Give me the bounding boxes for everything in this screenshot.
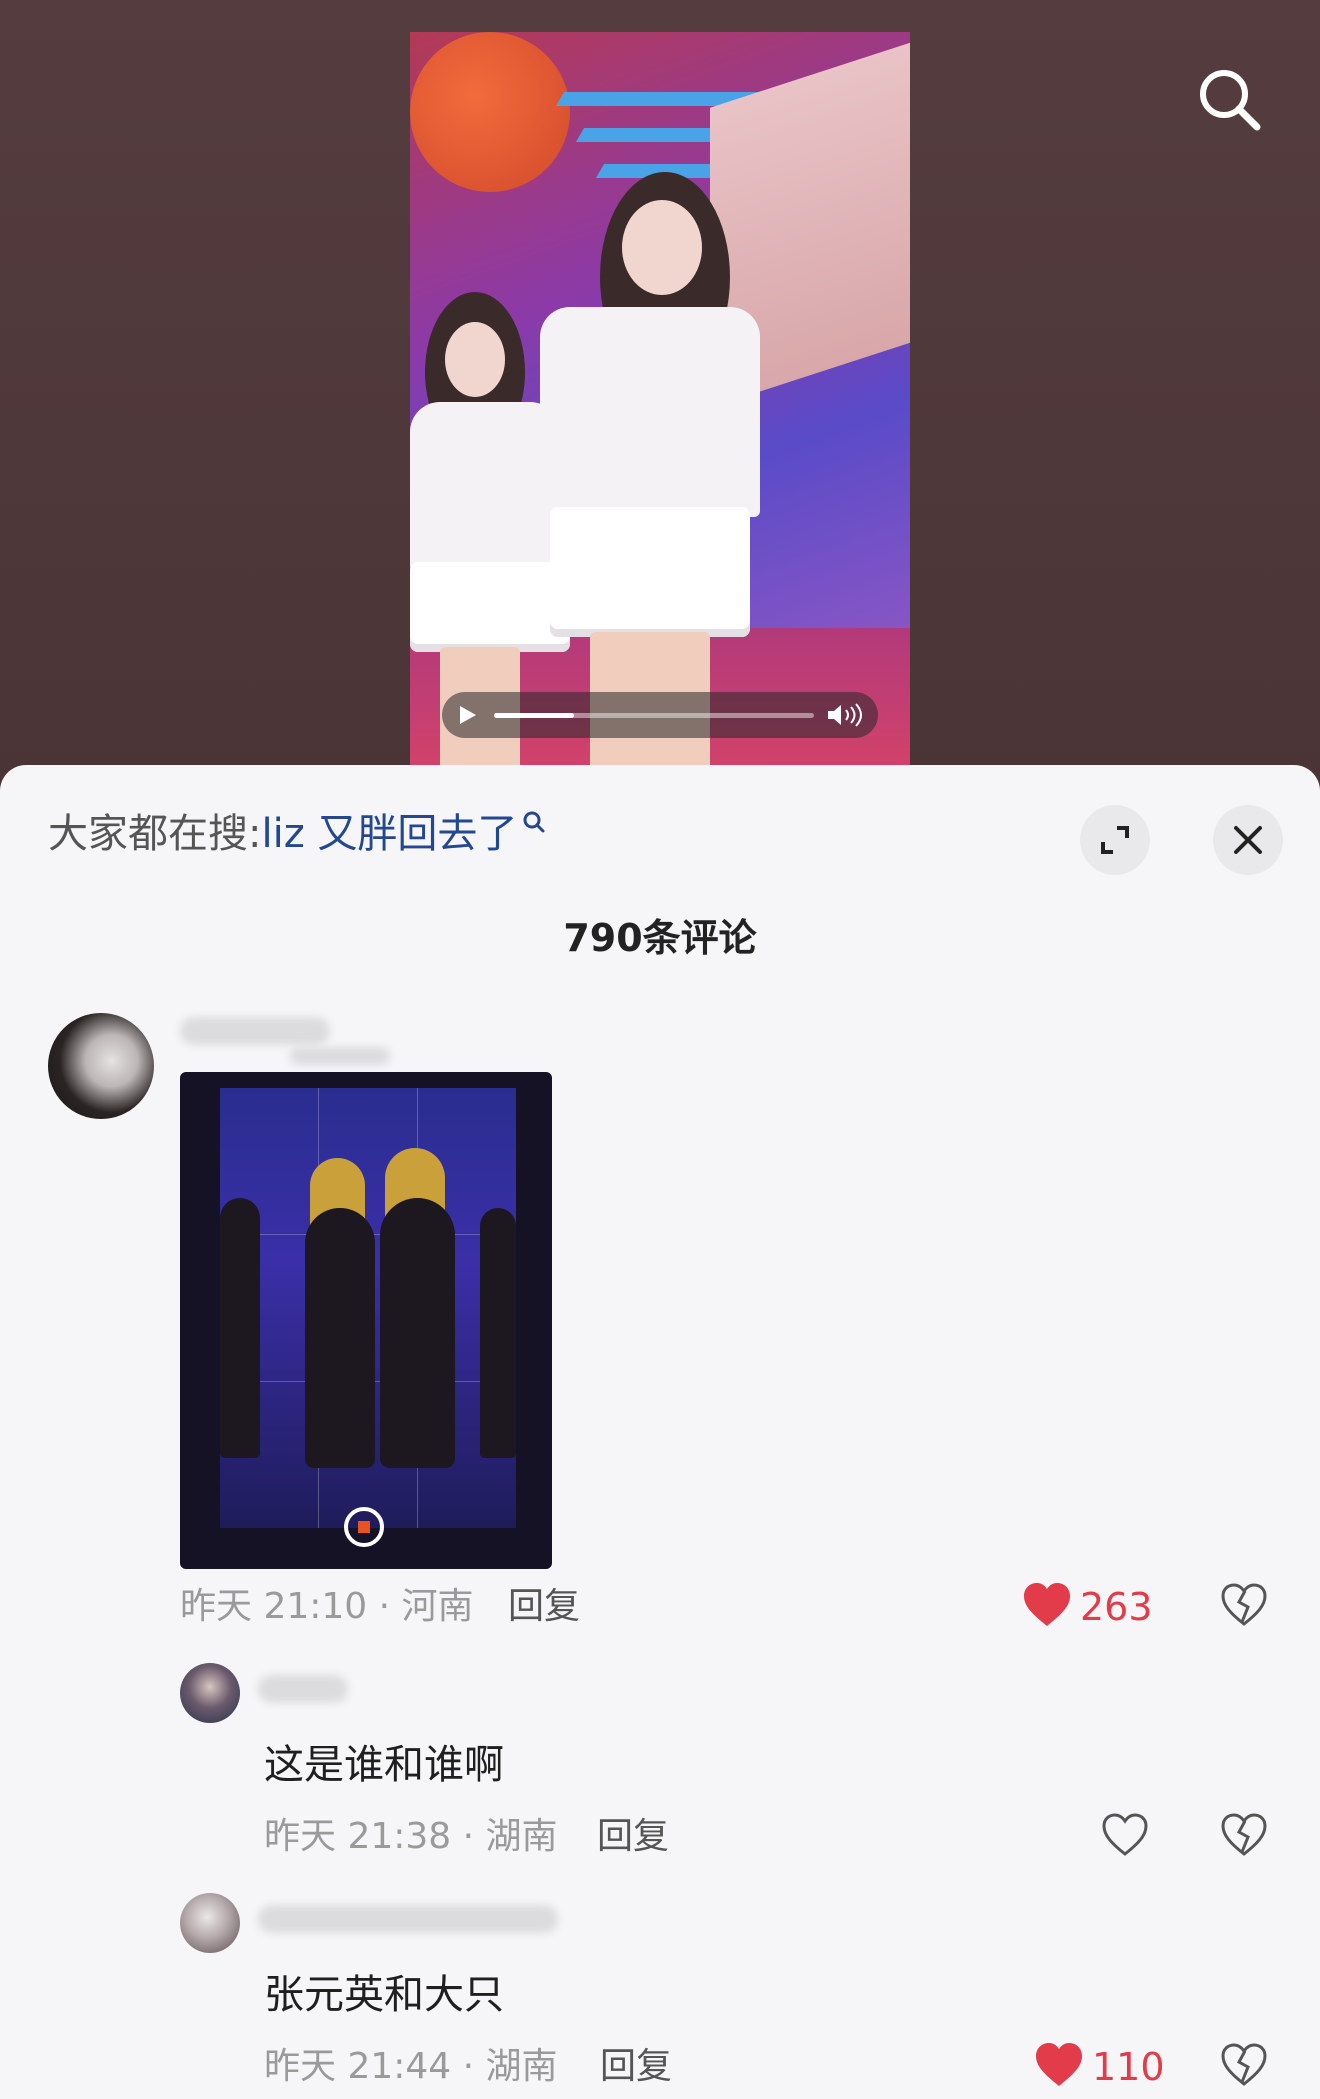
hot-search-keyword[interactable]: liz 又胖回去了	[261, 811, 517, 857]
avatar[interactable]	[180, 1663, 240, 1723]
performer-center	[520, 172, 780, 768]
expand-button[interactable]	[1080, 805, 1150, 875]
reply-button[interactable]: 回复	[597, 1815, 669, 1859]
search-icon[interactable]	[1194, 64, 1264, 134]
comment-panel: 大家都在搜:liz 又胖回去了 790条评论 昨天 21:10 · 河南 回复 …	[0, 765, 1320, 2099]
avatar[interactable]	[180, 1893, 240, 1953]
dislike-icon[interactable]	[1219, 2042, 1269, 2088]
search-icon	[523, 811, 545, 833]
hot-search-prefix: 大家都在搜:	[48, 811, 262, 857]
heart-filled-icon[interactable]	[1034, 2042, 1084, 2088]
username-blurred[interactable]	[180, 1017, 330, 1045]
reply-button[interactable]: 回复	[508, 1585, 580, 1629]
close-button[interactable]	[1213, 805, 1283, 875]
like-count: 110	[1092, 2045, 1165, 2089]
expand-icon	[1101, 826, 1129, 854]
volume-icon[interactable]	[826, 702, 866, 728]
progress-bar[interactable]	[494, 713, 814, 718]
heart-filled-icon[interactable]	[1022, 1582, 1072, 1628]
comment-timestamp: 昨天 21:10 · 河南	[180, 1586, 474, 1627]
reply-text: 这是谁和谁啊	[264, 1742, 504, 1788]
avatar[interactable]	[48, 1013, 154, 1119]
video-player[interactable]	[410, 32, 910, 768]
reply-timestamp: 昨天 21:38 · 湖南	[264, 1816, 558, 1857]
reply-timestamp: 昨天 21:44 · 湖南	[264, 2046, 558, 2087]
stage-orb	[410, 32, 570, 192]
reply-button[interactable]: 回复	[600, 2045, 672, 2089]
username-blurred	[290, 1047, 390, 1065]
close-icon	[1234, 826, 1262, 854]
record-icon	[344, 1507, 384, 1547]
hot-search-bar[interactable]: 大家都在搜:liz 又胖回去了	[48, 809, 547, 859]
comments-count: 790条评论	[563, 916, 757, 960]
like-count: 263	[1080, 1585, 1153, 1629]
heart-outline-icon[interactable]	[1100, 1812, 1150, 1858]
dislike-icon[interactable]	[1219, 1812, 1269, 1858]
video-area	[0, 0, 1320, 800]
progress-fill	[494, 713, 574, 718]
reply-text: 张元英和大只	[264, 1972, 504, 2018]
username-blurred[interactable]	[258, 1675, 348, 1703]
username-blurred[interactable]	[258, 1905, 558, 1933]
comment-image-content	[220, 1088, 516, 1528]
comment-image[interactable]	[180, 1072, 552, 1569]
dislike-icon[interactable]	[1219, 1582, 1269, 1628]
video-controls	[442, 692, 878, 738]
play-icon[interactable]	[460, 706, 476, 724]
